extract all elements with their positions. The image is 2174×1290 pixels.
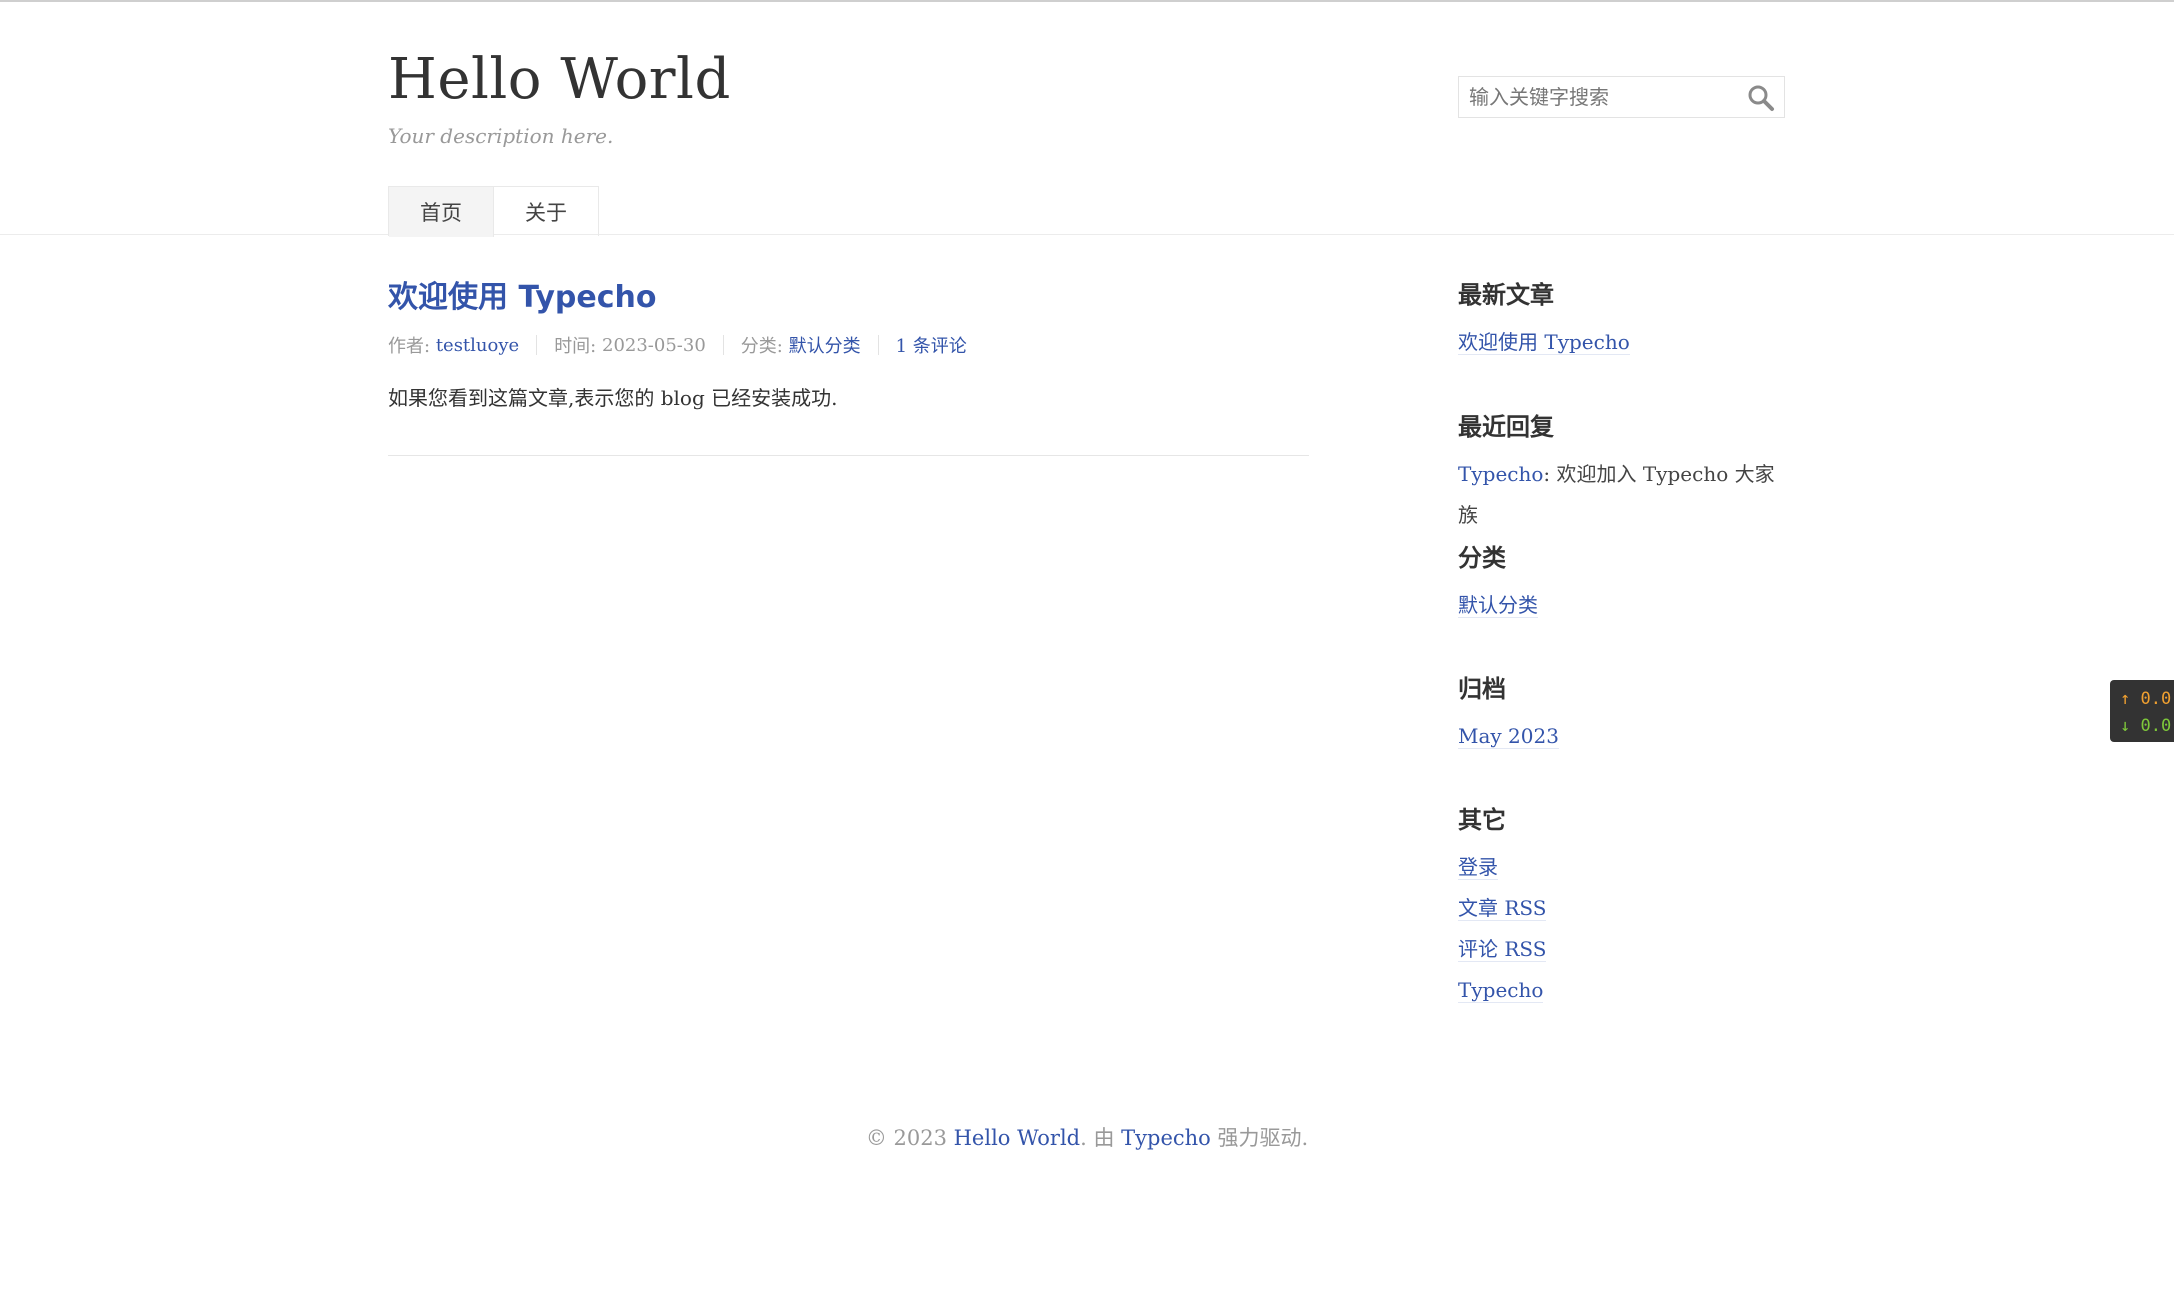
net-speed-widget[interactable]: ↑ 0.0 ↓ 0.0 bbox=[2110, 680, 2174, 742]
post-category: 分类: 默认分类 bbox=[741, 332, 861, 358]
comments-rss-link[interactable]: 评论 RSS bbox=[1458, 937, 1547, 962]
widget-recent-posts: 最新文章 欢迎使用 Typecho bbox=[1458, 278, 1788, 410]
download-speed-value: 0.0 bbox=[2140, 716, 2172, 736]
widget-title: 分类 bbox=[1458, 544, 1506, 572]
post: 欢迎使用 Typecho 作者: testluoye 时间: 2023-05-3… bbox=[388, 278, 1309, 431]
date-label: 时间: bbox=[554, 336, 597, 357]
footer-site-link[interactable]: Hello World bbox=[954, 1126, 1081, 1150]
site-description: Your description here. bbox=[388, 124, 614, 148]
search-button[interactable] bbox=[1746, 83, 1776, 113]
post-meta: 作者: testluoye 时间: 2023-05-30 分类: 默认分类 1 … bbox=[388, 332, 1309, 358]
widget-categories: 分类 默认分类 bbox=[1458, 541, 1788, 672]
arrow-down-icon: ↓ bbox=[2120, 716, 2131, 736]
widget-recent-comments: 最近回复 Typecho: 欢迎加入 Typecho 大家族 bbox=[1458, 410, 1788, 541]
author-link[interactable]: testluoye bbox=[436, 335, 519, 356]
post-excerpt: 如果您看到这篇文章,表示您的 blog 已经安装成功. bbox=[388, 386, 838, 410]
archive-link[interactable]: May 2023 bbox=[1458, 724, 1559, 749]
widget-title: 归档 bbox=[1458, 675, 1506, 703]
widget-title: 最近回复 bbox=[1458, 413, 1554, 441]
list-item: Typecho bbox=[1458, 970, 1788, 1011]
widget-archives: 归档 May 2023 bbox=[1458, 672, 1788, 803]
meta-divider bbox=[536, 335, 538, 355]
upload-speed-value: 0.0 bbox=[2140, 689, 2172, 709]
widget-misc: 其它 登录 文章 RSS 评论 RSS Typecho bbox=[1458, 803, 1788, 1011]
list-item: Typecho: 欢迎加入 Typecho 大家族 bbox=[1458, 454, 1788, 527]
posts-rss-link[interactable]: 文章 RSS bbox=[1458, 896, 1547, 921]
post-divider bbox=[388, 455, 1309, 456]
sidebar: 最新文章 欢迎使用 Typecho 最近回复 Typecho: 欢迎加入 Typ… bbox=[1458, 278, 1788, 1011]
site-footer: © 2023 Hello World. 由 Typecho 强力驱动. bbox=[0, 1122, 2174, 1152]
search-icon bbox=[1748, 85, 1774, 111]
meta-divider bbox=[877, 335, 879, 355]
login-link[interactable]: 登录 bbox=[1458, 855, 1498, 880]
list-item: May 2023 bbox=[1458, 716, 1788, 757]
nav-item-about[interactable]: 关于 bbox=[493, 187, 598, 237]
footer-copyright: © 2023 bbox=[865, 1126, 954, 1150]
arrow-up-icon: ↑ bbox=[2120, 689, 2131, 709]
typecho-link[interactable]: Typecho bbox=[1458, 978, 1544, 1003]
post-title-link[interactable]: 欢迎使用 Typecho bbox=[388, 280, 656, 315]
category-link[interactable]: 默认分类 bbox=[1458, 593, 1538, 618]
footer-typecho-link[interactable]: Typecho bbox=[1121, 1126, 1211, 1150]
search-input[interactable] bbox=[1459, 77, 1739, 117]
footer-middle: . 由 bbox=[1080, 1126, 1122, 1150]
post-author: 作者: testluoye bbox=[388, 332, 519, 358]
comment-author-link[interactable]: Typecho bbox=[1458, 462, 1543, 486]
category-link[interactable]: 默认分类 bbox=[789, 332, 861, 358]
search-form bbox=[1458, 76, 1785, 118]
site-title[interactable]: Hello World bbox=[388, 52, 731, 108]
recent-post-link[interactable]: 欢迎使用 Typecho bbox=[1458, 330, 1630, 355]
list-item: 欢迎使用 Typecho bbox=[1458, 322, 1788, 363]
site-header: Hello World Your description here. 首页 关于 bbox=[0, 2, 2174, 237]
date-value: 2023-05-30 bbox=[602, 334, 706, 356]
main-nav: 首页 关于 bbox=[388, 186, 599, 237]
list-item: 评论 RSS bbox=[1458, 929, 1788, 970]
nav-item-home[interactable]: 首页 bbox=[389, 187, 493, 237]
footer-end: 强力驱动. bbox=[1210, 1126, 1309, 1150]
category-label: 分类: bbox=[740, 336, 783, 357]
post-title-heading: 欢迎使用 Typecho bbox=[388, 278, 1309, 318]
meta-divider bbox=[722, 335, 724, 355]
upload-speed: ↑ 0.0 bbox=[2120, 686, 2174, 713]
widget-title: 其它 bbox=[1458, 806, 1506, 834]
widget-title: 最新文章 bbox=[1458, 281, 1554, 309]
comments-link[interactable]: 1 条评论 bbox=[896, 332, 967, 358]
post-date: 时间: 2023-05-30 bbox=[554, 332, 706, 358]
list-item: 文章 RSS bbox=[1458, 888, 1788, 929]
list-item: 默认分类 bbox=[1458, 585, 1788, 626]
download-speed: ↓ 0.0 bbox=[2120, 713, 2174, 740]
author-label: 作者: bbox=[388, 336, 431, 357]
list-item: 登录 bbox=[1458, 847, 1788, 888]
